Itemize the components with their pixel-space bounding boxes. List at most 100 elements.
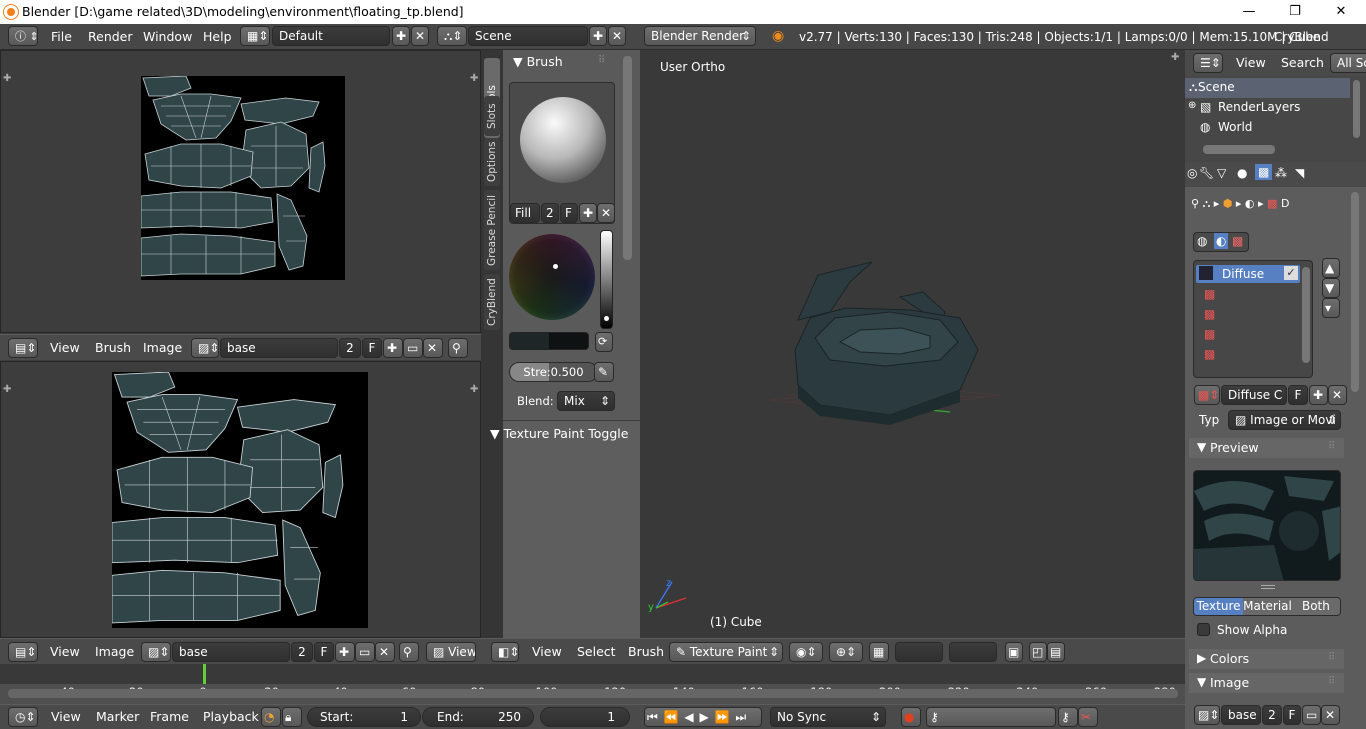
add-screen-button[interactable]: ✚ <box>392 26 410 46</box>
tab-both[interactable]: Both <box>1291 598 1340 615</box>
menu-render[interactable]: Render <box>88 27 133 47</box>
menu-brush[interactable]: Brush <box>95 338 131 358</box>
tab-grease-pencil[interactable]: Grease Pencil <box>484 190 500 270</box>
auto-keying-toggle[interactable]: ● <box>901 707 921 727</box>
brush-fake-toggle[interactable]: F <box>560 203 578 223</box>
menu-view[interactable]: View <box>50 642 80 662</box>
pin-image-button[interactable]: ⚲ <box>448 338 468 358</box>
value-slider[interactable] <box>600 230 613 329</box>
outliner-row-world[interactable]: ◍ World <box>1185 118 1350 138</box>
menu-view[interactable]: View <box>51 707 81 727</box>
preview-panel-header[interactable]: ▼ Preview ⠿ <box>1189 438 1344 458</box>
keying-set-field[interactable]: ⚷ <box>926 707 1056 727</box>
browse-texture-button[interactable]: ▩⇕ <box>1194 385 1220 405</box>
menu-help[interactable]: Help <box>203 27 232 47</box>
new-brush-button[interactable]: ✚ <box>579 203 597 223</box>
menu-frame[interactable]: Frame <box>150 707 189 727</box>
uv-editor-bottom[interactable]: ✚ ✚ <box>0 361 481 638</box>
current-frame-field[interactable]: 1 <box>540 707 630 727</box>
editor-type-button[interactable]: ▤⇕ <box>8 642 38 662</box>
menu-image[interactable]: Image <box>143 338 182 358</box>
3d-viewport[interactable]: User Ortho (1) Cube z y ✚ <box>640 50 1185 638</box>
start-frame-field[interactable]: Start: 1 <box>307 707 421 727</box>
outliner-h-scrollbar[interactable] <box>1203 145 1275 154</box>
tab-material[interactable]: Material <box>1243 598 1292 615</box>
open-image-button[interactable]: ▭ <box>403 338 423 358</box>
checkbox-icon[interactable]: ✓ <box>1284 266 1298 280</box>
unlink-texture-button[interactable]: ✕ <box>1328 385 1347 405</box>
expand-icon[interactable]: ⊕ <box>1188 100 1196 111</box>
uv-editor-top[interactable]: ✚ ✚ <box>0 50 481 333</box>
brush-panel-header[interactable]: ▼ Brush <box>513 54 563 69</box>
image-users-count[interactable]: 2 <box>339 338 361 358</box>
prev-key-icon[interactable]: ⏪ <box>664 710 680 724</box>
empty-slot-icon[interactable]: ▩ <box>1204 327 1215 341</box>
play-reverse-icon[interactable]: ◀ <box>684 710 694 724</box>
browse-image-button[interactable]: ▨⇕ <box>1194 705 1220 725</box>
jump-start-icon[interactable]: ⏮ <box>647 710 659 724</box>
tab-texture[interactable]: Texture <box>1194 598 1244 615</box>
blend-mode-dropdown[interactable]: Mix ⇕ <box>557 391 615 411</box>
delete-keyframe-button[interactable]: ✂ <box>1078 707 1098 727</box>
mesh-data-icon[interactable]: ▽ <box>1217 166 1226 180</box>
timeline-scrollbar[interactable] <box>8 689 1178 698</box>
menu-marker[interactable]: Marker <box>96 707 139 727</box>
properties-scrollbar[interactable] <box>1351 192 1359 392</box>
fake-user-toggle[interactable]: F <box>362 338 382 358</box>
texture-paint-toggle-header[interactable]: ▼ Texture Paint Toggle <box>490 426 628 441</box>
color-cursor[interactable] <box>553 264 558 269</box>
opengl-render-anim-button[interactable]: ▤ <box>1047 642 1065 662</box>
primary-secondary-color-swatch[interactable] <box>509 332 589 350</box>
brush-name-field[interactable]: Fill <box>510 203 540 223</box>
unlink-image-button[interactable]: ✕ <box>1321 705 1340 725</box>
menu-playback[interactable]: Playback <box>203 707 259 727</box>
sync-mode-dropdown[interactable]: No Sync ⇕ <box>770 707 886 727</box>
lock-layers-button[interactable]: ▣ <box>1005 642 1023 662</box>
pressure-toggle[interactable]: ✎ <box>594 362 614 382</box>
layers-group-2[interactable] <box>949 642 997 662</box>
close-window-button[interactable]: ✕ <box>1318 2 1364 22</box>
drag-handle-icon[interactable]: ⠿ <box>598 55 605 66</box>
menu-select[interactable]: Select <box>577 642 616 662</box>
new-image-button[interactable]: ✚ <box>335 642 355 662</box>
delete-scene-button[interactable]: ✕ <box>608 26 626 46</box>
jump-end-icon[interactable]: ⏭ <box>735 710 747 724</box>
texture-type-dropdown[interactable]: ▨ Image or Movi ⇕ <box>1228 410 1341 430</box>
menu-file[interactable]: File <box>51 27 72 47</box>
drag-handle-icon[interactable]: ⠿ <box>1328 676 1335 687</box>
uv-texture-image[interactable] <box>140 75 345 280</box>
material-icon[interactable]: ● <box>1237 166 1247 180</box>
open-image-button[interactable]: ▭ <box>1302 705 1321 725</box>
menu-brush[interactable]: Brush <box>628 642 664 662</box>
new-texture-button[interactable]: ✚ <box>1309 385 1328 405</box>
physics-icon[interactable]: ◥ <box>1295 166 1304 180</box>
corner-plus-icon[interactable]: ✚ <box>470 73 478 84</box>
value-cursor[interactable] <box>604 316 609 321</box>
scene-icon-button[interactable]: ⛬⇕ <box>437 26 467 46</box>
image-name-field[interactable]: base <box>172 642 290 662</box>
outliner-row-renderlayers[interactable]: ⊕ ▧ RenderLayers <box>1185 98 1350 118</box>
tool-shelf-scrollbar[interactable] <box>623 56 632 260</box>
next-key-icon[interactable]: ⏩ <box>715 710 731 724</box>
slot-specials-button[interactable]: ▾ <box>1322 298 1340 318</box>
drag-handle-icon[interactable]: ⠿ <box>1328 652 1335 663</box>
end-frame-field[interactable]: End: 250 <box>422 707 534 727</box>
pin-image-button[interactable]: ⚲ <box>399 642 419 662</box>
layers-group-1[interactable] <box>895 642 943 662</box>
fake-user-toggle[interactable]: F <box>314 642 334 662</box>
delete-brush-button[interactable]: ✕ <box>597 203 615 223</box>
display-mode-dropdown[interactable]: All Sce <box>1330 53 1366 73</box>
other-texture-icon[interactable]: ▩ <box>1232 234 1243 248</box>
menu-view[interactable]: View <box>50 338 80 358</box>
scene-field[interactable]: Scene <box>468 26 588 46</box>
corner-plus-icon[interactable]: ✚ <box>1171 52 1179 63</box>
playback-controls[interactable]: ⏮ ⏪ ◀ ▶ ⏩ ⏭ <box>644 707 762 727</box>
editor-type-button[interactable]: ◧⇕ <box>491 642 519 662</box>
slot-list-scrollbar[interactable] <box>1302 267 1310 363</box>
unlink-image-button[interactable]: ✕ <box>423 338 443 358</box>
image-users-count[interactable]: 2 <box>1262 705 1282 725</box>
current-frame-marker[interactable] <box>203 664 206 684</box>
add-scene-button[interactable]: ✚ <box>589 26 607 46</box>
image-name-field[interactable]: base <box>1221 705 1261 725</box>
screen-layout-field[interactable]: Default <box>272 26 390 46</box>
